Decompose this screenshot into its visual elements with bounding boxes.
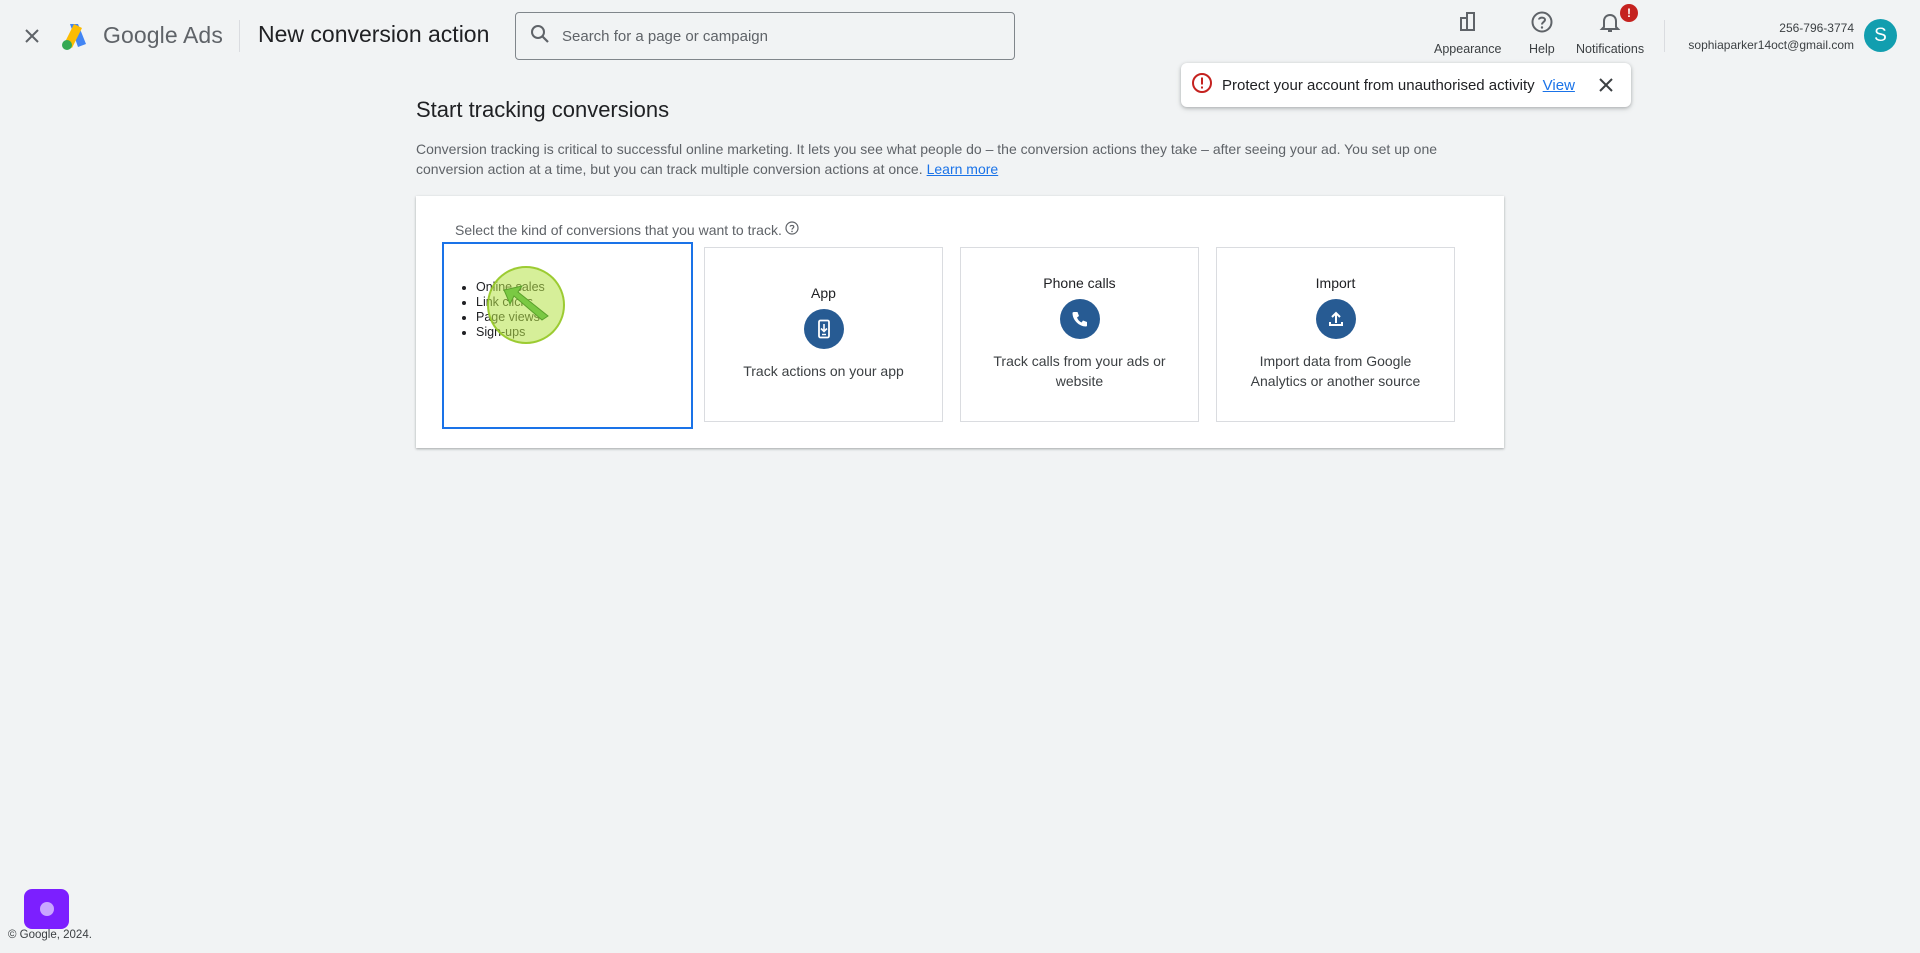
- notifications-label: Notifications: [1576, 42, 1645, 56]
- assistant-launcher-button[interactable]: [24, 889, 69, 929]
- toast-close-icon[interactable]: [1595, 74, 1617, 96]
- help-button[interactable]: Help: [1529, 10, 1555, 56]
- account-info[interactable]: 256-796-3774 sophiaparker14oct@gmail.com: [1688, 20, 1854, 54]
- import-card-desc: Import data from Google Analytics or ano…: [1251, 351, 1421, 391]
- website-features-list: Online sales Link clicks Page views Sign…: [476, 280, 545, 340]
- select-label: Select the kind of conversions that you …: [455, 221, 799, 238]
- select-label-text: Select the kind of conversions that you …: [455, 221, 782, 238]
- search-icon: [530, 24, 550, 49]
- help-icon: [1530, 10, 1554, 39]
- appearance-button[interactable]: Appearance: [1434, 10, 1501, 56]
- google-ads-logo-icon: [60, 20, 92, 52]
- import-card-desc-line-1: Import data from Google: [1259, 353, 1412, 369]
- section-title: Start tracking conversions: [416, 97, 670, 122]
- phone-calls-card[interactable]: Phone calls Track calls from your ads or…: [960, 247, 1199, 422]
- search-input[interactable]: [562, 27, 982, 45]
- assistant-dot-icon: [39, 902, 54, 916]
- phone-card-desc-line-1: Track calls from your ads or: [993, 353, 1166, 369]
- bell-icon: !: [1598, 4, 1639, 39]
- close-icon[interactable]: [18, 22, 46, 50]
- header-divider: [239, 20, 240, 52]
- top-app-bar: Google Ads New conversion action Appeara…: [0, 0, 1920, 72]
- help-label: Help: [1529, 42, 1555, 56]
- brand-name: Google Ads: [103, 22, 223, 48]
- upload-icon: [1315, 299, 1356, 339]
- list-item: Online sales: [476, 280, 545, 295]
- import-card-desc-line-2: Analytics or another source: [1250, 373, 1421, 389]
- app-card[interactable]: App Track actions on your app: [704, 247, 943, 422]
- import-card-title: Import: [1315, 275, 1356, 291]
- avatar[interactable]: S: [1864, 19, 1897, 52]
- notification-badge: !: [1620, 4, 1639, 22]
- intro-line-1: Conversion tracking is critical to succe…: [416, 141, 1438, 157]
- phone-card-desc: Track calls from your ads or website: [993, 351, 1165, 391]
- learn-more-link[interactable]: Learn more: [927, 161, 999, 177]
- appearance-label: Appearance: [1434, 42, 1502, 56]
- search-box[interactable]: [515, 12, 1015, 60]
- security-toast: Protect your account from unauthorised a…: [1181, 63, 1631, 107]
- app-card-desc: Track actions on your app: [743, 363, 904, 379]
- conversion-type-panel: Select the kind of conversions that you …: [416, 196, 1504, 448]
- help-circle-icon[interactable]: [785, 221, 799, 238]
- import-card[interactable]: Import Import data from Google Analytics…: [1216, 247, 1455, 422]
- footer-copyright: © Google, 2024.: [8, 929, 92, 941]
- website-card[interactable]: Online sales Link clicks Page views Sign…: [442, 242, 693, 429]
- appearance-icon: [1456, 10, 1480, 39]
- mobile-download-icon: [803, 309, 844, 349]
- notifications-button[interactable]: ! Notifications: [1576, 4, 1645, 56]
- list-item: Sign-ups: [476, 325, 545, 340]
- account-phone: 256-796-3774: [1779, 21, 1854, 35]
- page-title: New conversion action: [258, 21, 490, 47]
- error-icon: [1191, 72, 1213, 99]
- phone-card-title: Phone calls: [1043, 275, 1116, 291]
- header-divider-right: [1664, 20, 1665, 52]
- list-item: Page views: [476, 310, 545, 325]
- toast-view-link[interactable]: View: [1543, 77, 1575, 94]
- intro-text: Conversion tracking is critical to succe…: [416, 139, 1496, 179]
- account-email: sophiaparker14oct@gmail.com: [1688, 38, 1854, 52]
- phone-icon: [1059, 299, 1100, 339]
- app-card-title: App: [811, 285, 836, 301]
- list-item: Link clicks: [476, 295, 545, 310]
- phone-card-desc-line-2: website: [1055, 373, 1104, 389]
- toast-message: Protect your account from unauthorised a…: [1222, 76, 1535, 94]
- intro-line-2: conversion action at a time, but you can…: [416, 161, 923, 177]
